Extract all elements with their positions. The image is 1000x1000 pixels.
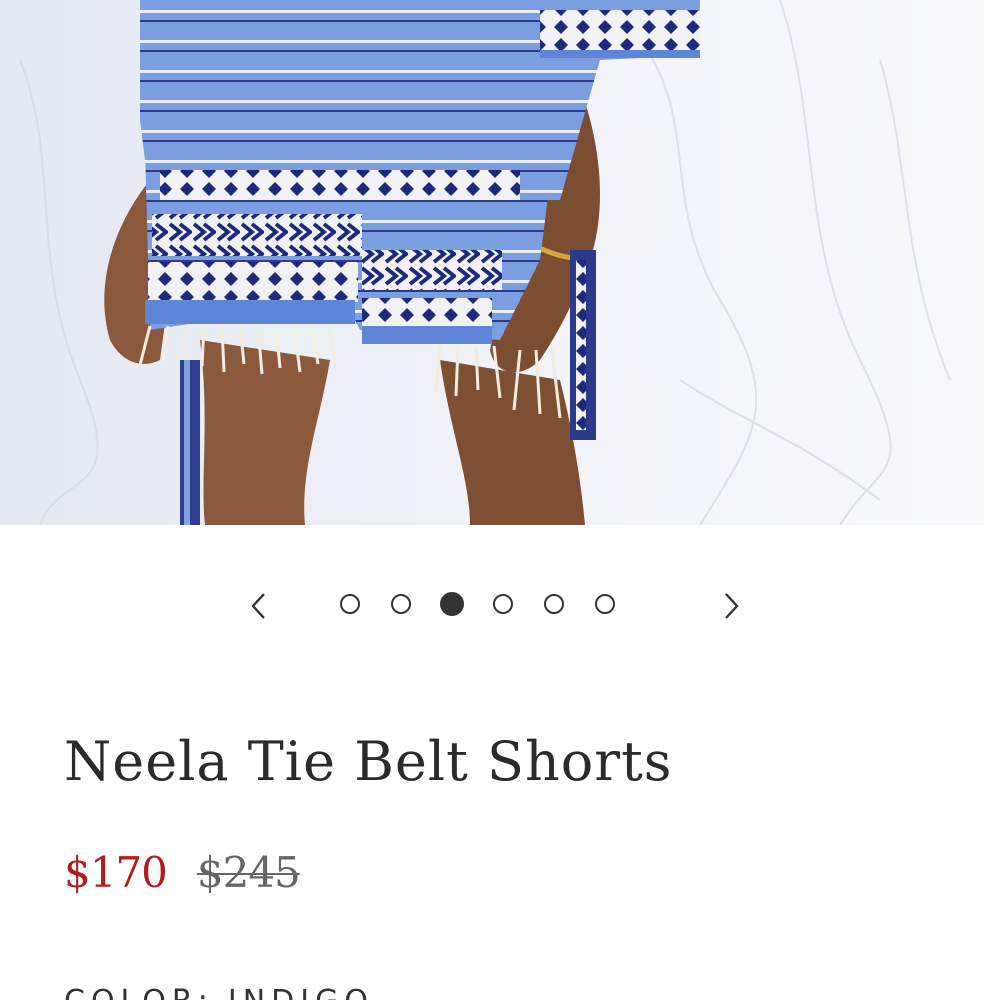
carousel-pagination: [340, 592, 615, 620]
chevron-left-icon[interactable]: [244, 588, 274, 624]
chevron-right-icon[interactable]: [716, 588, 746, 624]
sale-price: $170: [64, 848, 168, 897]
original-price: $245: [196, 848, 301, 897]
color-value: INDIGO: [228, 984, 374, 1000]
product-page: Neela Tie Belt Shorts $170 $245 COLOR: IN…: [0, 0, 1000, 1000]
color-label: COLOR:: [64, 984, 214, 1000]
carousel-dot-6[interactable]: [595, 594, 615, 614]
carousel-dot-5[interactable]: [544, 594, 564, 614]
carousel-dot-3-active[interactable]: [440, 592, 464, 616]
carousel-dot-4[interactable]: [493, 594, 513, 614]
product-image[interactable]: [0, 0, 984, 525]
product-title: Neela Tie Belt Shorts: [64, 730, 673, 793]
price-block: $170 $245: [64, 848, 301, 897]
carousel-dot-1[interactable]: [340, 594, 360, 614]
carousel-dot-2[interactable]: [391, 594, 411, 614]
color-selector-label: COLOR: INDIGO: [64, 984, 374, 1000]
image-carousel-controls: [0, 580, 1000, 632]
